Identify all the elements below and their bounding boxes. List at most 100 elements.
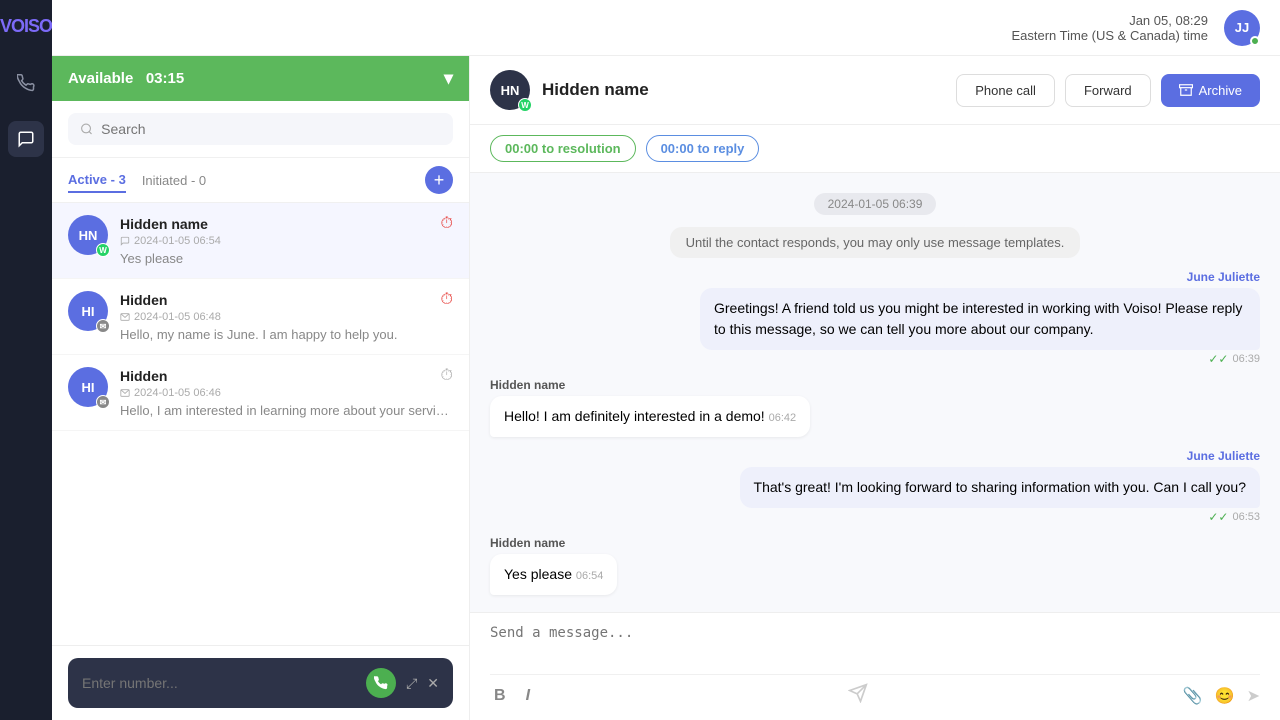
- conv-name-2: Hidden: [120, 292, 167, 308]
- conv-preview-2: Hello, my name is June. I am happy to he…: [120, 327, 453, 342]
- conv-body-1: Hidden name ⏱ 2024-01-05 06:54 Yes pleas…: [120, 215, 453, 266]
- conv-clock-2: ⏱: [441, 291, 453, 309]
- archive-button[interactable]: Archive: [1161, 74, 1260, 107]
- timer-badges: 00:00 to resolution 00:00 to reply: [470, 125, 1280, 173]
- msg-sender-4: Hidden name: [490, 536, 565, 550]
- message-input-area: B I 📎 😊 ➤: [470, 612, 1280, 720]
- conv-body-3: Hidden ⏱ 2024-01-05 06:46 Hello, I am in…: [120, 367, 453, 418]
- sms-icon-3: ✉: [96, 395, 110, 409]
- conversation-item-2[interactable]: HI ✉ Hidden ⏱ 2024-01-05 06:48 Hello, my…: [52, 279, 469, 355]
- chat-whatsapp-badge: W: [518, 98, 532, 112]
- msg-bubble-3: That's great! I'm looking forward to sha…: [740, 467, 1260, 508]
- conv-name-1: Hidden name: [120, 216, 208, 232]
- forward-button[interactable]: Forward: [1065, 74, 1151, 107]
- nav-chat-icon[interactable]: [8, 121, 44, 157]
- main-content: Jan 05, 08:29 Eastern Time (US & Canada)…: [52, 0, 1280, 720]
- msg-time-2: 06:42: [769, 412, 797, 424]
- chat-area: HN W Hidden name Phone call Forward Arch…: [470, 56, 1280, 720]
- search-input[interactable]: [101, 121, 441, 137]
- conv-name-3: Hidden: [120, 368, 167, 384]
- conv-date-2: 2024-01-05 06:48: [120, 311, 453, 323]
- status-chevron-icon: ▾: [444, 68, 453, 89]
- msg-sender-3: June Juliette: [1187, 449, 1260, 463]
- conv-date-3: 2024-01-05 06:46: [120, 387, 453, 399]
- dial-input[interactable]: [82, 675, 356, 691]
- sms-icon-2: ✉: [96, 319, 110, 333]
- msg-meta-3: ✓✓ 06:53: [1208, 510, 1260, 524]
- logo: VOISO: [0, 16, 52, 37]
- user-avatar[interactable]: JJ: [1224, 10, 1260, 46]
- header-timezone: Eastern Time (US & Canada) time: [1011, 28, 1208, 43]
- message-2: Hidden name Hello! I am definitely inter…: [490, 378, 810, 437]
- msg-time-1: 06:39: [1232, 353, 1260, 365]
- nav-phone-icon[interactable]: [8, 65, 44, 101]
- double-check-icon-3: ✓✓: [1208, 510, 1228, 524]
- chat-header: HN W Hidden name Phone call Forward Arch…: [470, 56, 1280, 125]
- message-1: June Juliette Greetings! A friend told u…: [700, 270, 1260, 366]
- send-icon[interactable]: ➤: [1247, 686, 1260, 706]
- dial-expand-button[interactable]: ⤢: [406, 675, 417, 692]
- message-3: June Juliette That's great! I'm looking …: [740, 449, 1260, 524]
- conversations-panel: Available 03:15 ▾ Active - 3 Initiated -…: [52, 56, 470, 720]
- conversation-item-3[interactable]: HI ✉ Hidden ⏱ 2024-01-05 06:46 Hello, I …: [52, 355, 469, 431]
- conversation-list: HN W Hidden name ⏱ 2024-01-05 06:54 Yes …: [52, 203, 469, 645]
- dial-box: ⤢ ✕: [68, 658, 453, 708]
- send-message-button[interactable]: [848, 683, 868, 708]
- conv-avatar-1: HN W: [68, 215, 108, 255]
- timer-resolution: 00:00 to resolution: [490, 135, 636, 162]
- add-conversation-button[interactable]: +: [425, 166, 453, 194]
- dial-footer: ⤢ ✕: [52, 645, 469, 720]
- timer-reply: 00:00 to reply: [646, 135, 760, 162]
- conv-preview-3: Hello, I am interested in learning more …: [120, 403, 453, 418]
- toolbar-extras: 📎 😊 ➤: [1183, 686, 1260, 706]
- conv-body-2: Hidden ⏱ 2024-01-05 06:48 Hello, my name…: [120, 291, 453, 342]
- conv-clock-1: ⏱: [441, 215, 453, 233]
- content-split: Available 03:15 ▾ Active - 3 Initiated -…: [52, 56, 1280, 720]
- header-datetime: Jan 05, 08:29 Eastern Time (US & Canada)…: [1011, 13, 1208, 43]
- conv-date-1: 2024-01-05 06:54: [120, 235, 453, 247]
- emoji-icon[interactable]: 😊: [1215, 686, 1235, 706]
- message-input[interactable]: [490, 625, 1260, 661]
- dial-call-button[interactable]: [366, 668, 396, 698]
- attachment-icon[interactable]: 📎: [1183, 686, 1203, 706]
- italic-button[interactable]: I: [522, 685, 534, 707]
- avatar-status-dot: [1250, 36, 1260, 46]
- tabs-row: Active - 3 Initiated - 0 +: [52, 158, 469, 203]
- system-message: Until the contact responds, you may only…: [670, 227, 1081, 258]
- message-4: Hidden name Yes please 06:54: [490, 536, 617, 595]
- tab-initiated[interactable]: Initiated - 0: [142, 169, 206, 192]
- status-label: Available 03:15: [68, 70, 184, 87]
- bold-button[interactable]: B: [490, 685, 510, 707]
- conv-avatar-2: HI ✉: [68, 291, 108, 331]
- phone-call-button[interactable]: Phone call: [956, 74, 1055, 107]
- date-divider: 2024-01-05 06:39: [814, 193, 937, 215]
- top-header: Jan 05, 08:29 Eastern Time (US & Canada)…: [52, 0, 1280, 56]
- msg-bubble-1: Greetings! A friend told us you might be…: [700, 288, 1260, 350]
- double-check-icon-1: ✓✓: [1208, 352, 1228, 366]
- chat-contact-avatar: HN W: [490, 70, 530, 110]
- msg-meta-1: ✓✓ 06:39: [1208, 352, 1260, 366]
- search-input-wrap: [68, 113, 453, 145]
- msg-time-4: 06:54: [576, 570, 604, 582]
- conv-avatar-3: HI ✉: [68, 367, 108, 407]
- conv-preview-1: Yes please: [120, 251, 453, 266]
- archive-icon: [1179, 83, 1193, 97]
- status-bar[interactable]: Available 03:15 ▾: [52, 56, 469, 101]
- conversation-item-1[interactable]: HN W Hidden name ⏱ 2024-01-05 06:54 Yes …: [52, 203, 469, 279]
- chat-actions: Phone call Forward Archive: [956, 74, 1260, 107]
- tab-active[interactable]: Active - 3: [68, 168, 126, 193]
- conv-clock-3: ⏱: [441, 367, 453, 385]
- msg-sender-2: Hidden name: [490, 378, 565, 392]
- msg-time-3: 06:53: [1232, 511, 1260, 523]
- message-toolbar: B I 📎 😊 ➤: [490, 674, 1260, 708]
- whatsapp-icon: W: [96, 243, 110, 257]
- chat-contact-name: Hidden name: [542, 80, 649, 100]
- msg-bubble-2: Hello! I am definitely interested in a d…: [490, 396, 810, 437]
- dial-close-button[interactable]: ✕: [427, 675, 439, 692]
- messages-area: 2024-01-05 06:39 Until the contact respo…: [470, 173, 1280, 612]
- header-date: Jan 05, 08:29: [1011, 13, 1208, 28]
- msg-sender-1: June Juliette: [1187, 270, 1260, 284]
- search-icon: [80, 122, 93, 136]
- msg-bubble-4: Yes please 06:54: [490, 554, 617, 595]
- search-box: [52, 101, 469, 158]
